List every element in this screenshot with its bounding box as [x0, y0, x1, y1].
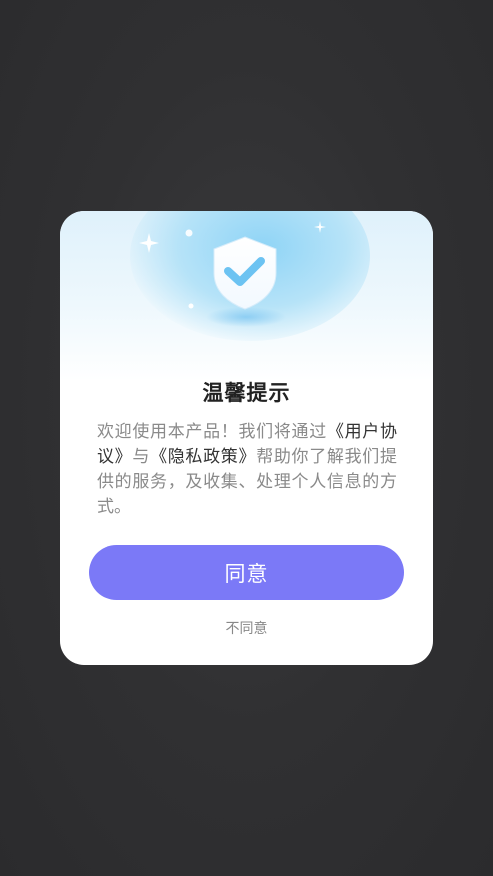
- dialog-title: 温馨提示: [202, 381, 291, 405]
- privacy-consent-dialog: 温馨提示 欢迎使用本产品！我们将通过《用户协议》与《隐私政策》帮助你了解我们提供…: [60, 211, 433, 665]
- dialog-message: 欢迎使用本产品！我们将通过《用户协议》与《隐私政策》帮助你了解我们提供的服务，及…: [97, 420, 397, 520]
- message-prefix: 欢迎使用本产品！我们将通过: [97, 422, 327, 442]
- shield-check-icon: [139, 221, 326, 327]
- dialog-hero: [60, 211, 433, 381]
- agree-button[interactable]: 同意: [89, 545, 404, 600]
- disagree-button[interactable]: 不同意: [60, 618, 433, 638]
- privacy-policy-link[interactable]: 《隐私政策》: [150, 447, 256, 467]
- message-connector: 与: [132, 447, 151, 467]
